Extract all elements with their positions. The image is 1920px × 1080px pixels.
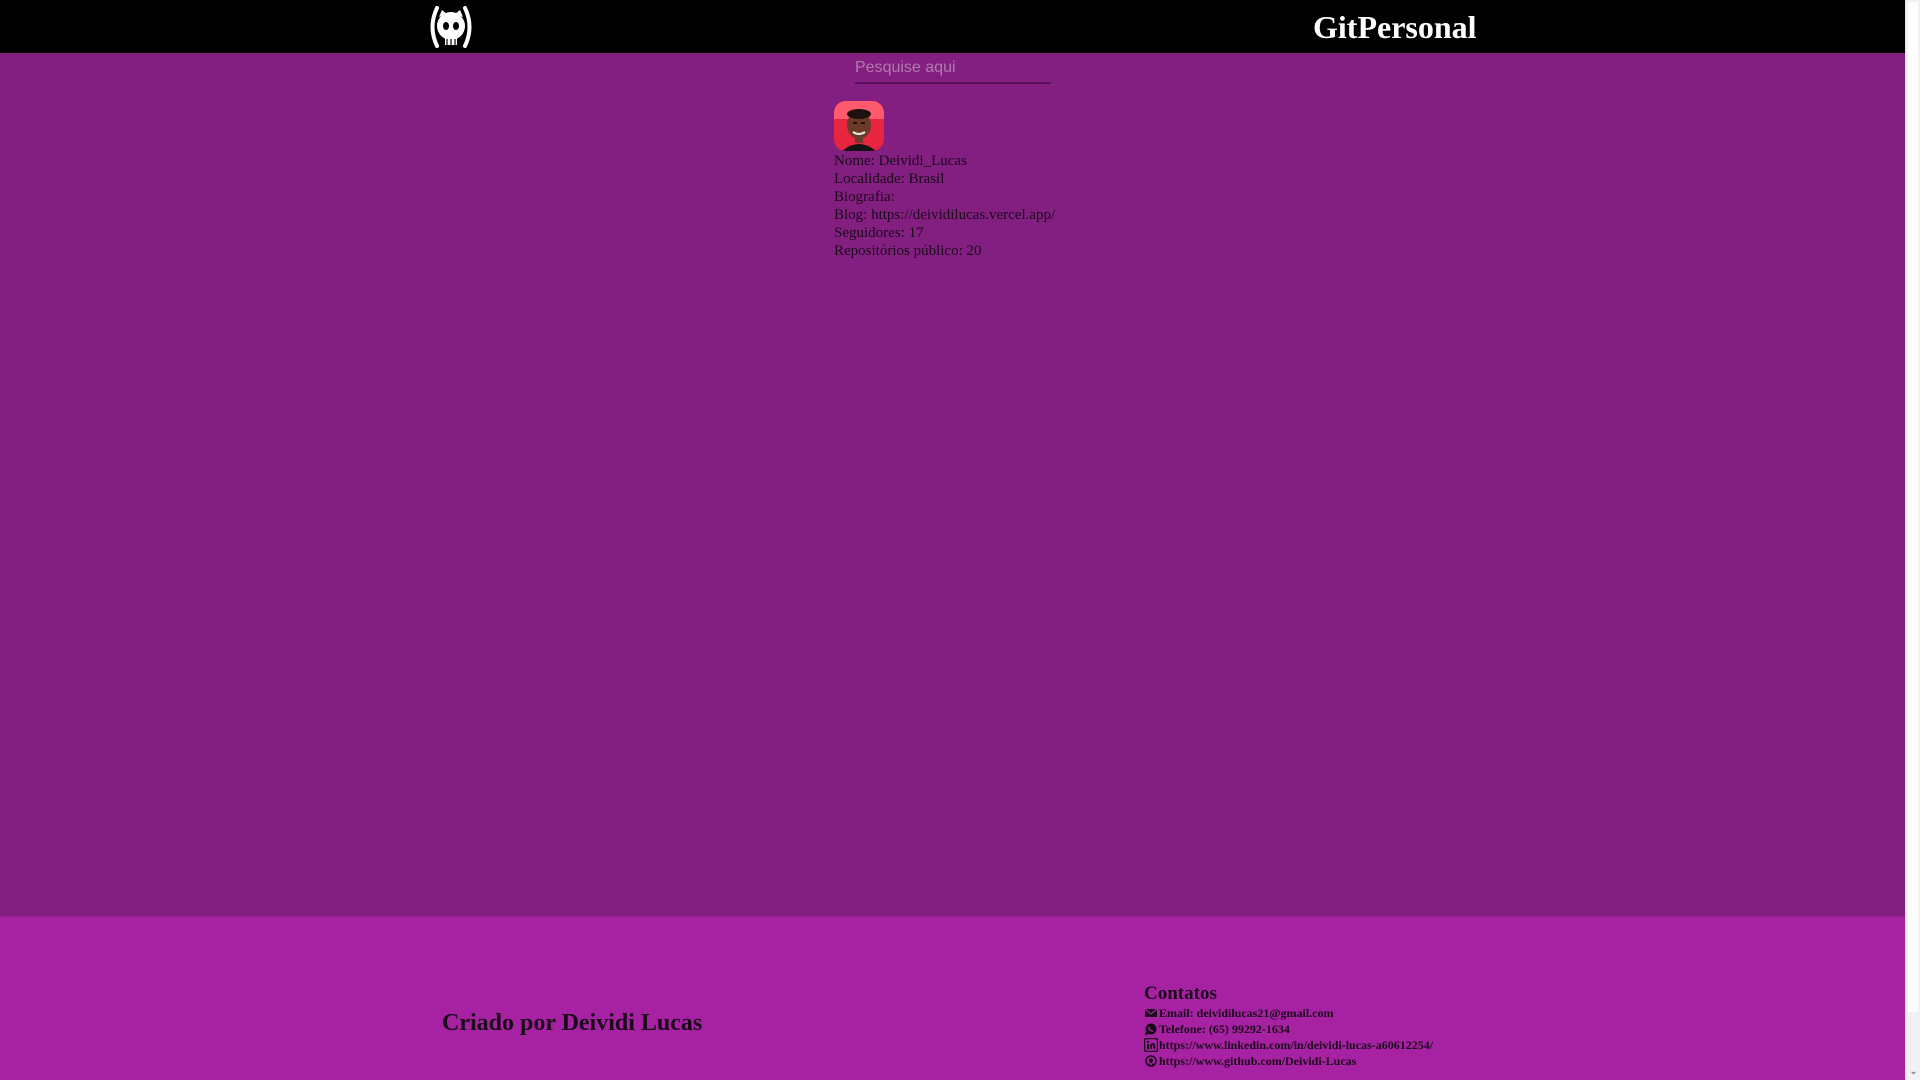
search-container [855,56,1051,84]
whatsapp-icon [1144,1022,1158,1036]
profile-card: Nome: Deividi_Lucas Localidade: Brasil B… [834,101,1055,260]
contact-email-text: Email: deividilucas21@gmail.com [1159,1006,1334,1020]
profile-location: Localidade: Brasil [834,171,945,187]
contact-phone-text: Telefone: (65) 99292-1634 [1159,1022,1290,1036]
github-icon [1144,1054,1158,1068]
contact-github[interactable]: https://www.github.com/Deividi-Lucas [1144,1053,1433,1069]
profile-blog: Blog: https://deividilucas.vercel.app/ [834,207,1056,223]
contacts-title: Contatos [1144,983,1217,1004]
profile-bio: Biografia: [834,189,895,205]
scroll-down-arrow-icon[interactable]: ⌄ [1906,1066,1920,1078]
contact-linkedin-text: https://www.linkedin.com/in/deividi-luca… [1159,1038,1434,1052]
envelope-icon [1144,1006,1158,1020]
scrollbar-thumb[interactable] [1908,2,1918,1012]
top-header: GitPersonal [0,0,1905,53]
contact-github-text: https://www.github.com/Deividi-Lucas [1159,1054,1357,1068]
vertical-scrollbar[interactable]: ⌄ [1905,0,1920,1080]
contacts-section: Contatos Email: deividilucas21@gmail.com… [1143,983,1434,1069]
search-input[interactable] [855,56,1051,84]
profile-followers: Seguidores: 17 [834,225,924,241]
footer-credit: Criado por Deividi Lucas [442,1010,703,1036]
linkedin-icon [1143,1037,1159,1053]
profile-name: Nome: Deividi_Lucas [834,153,967,169]
profile-public-repos: Repositórios público: 20 [834,243,982,259]
contact-linkedin[interactable]: https://www.linkedin.com/in/deividi-luca… [1143,1037,1434,1053]
contact-phone[interactable]: Telefone: (65) 99292-1634 [1144,1021,1433,1037]
page-footer: Criado por Deividi Lucas Contatos Email:… [0,916,1905,1080]
contact-email[interactable]: Email: deividilucas21@gmail.com [1144,1005,1433,1021]
github-octocat-icon[interactable] [425,5,477,49]
brand-title: GitPersonal [1313,9,1477,45]
user-avatar [834,101,884,151]
